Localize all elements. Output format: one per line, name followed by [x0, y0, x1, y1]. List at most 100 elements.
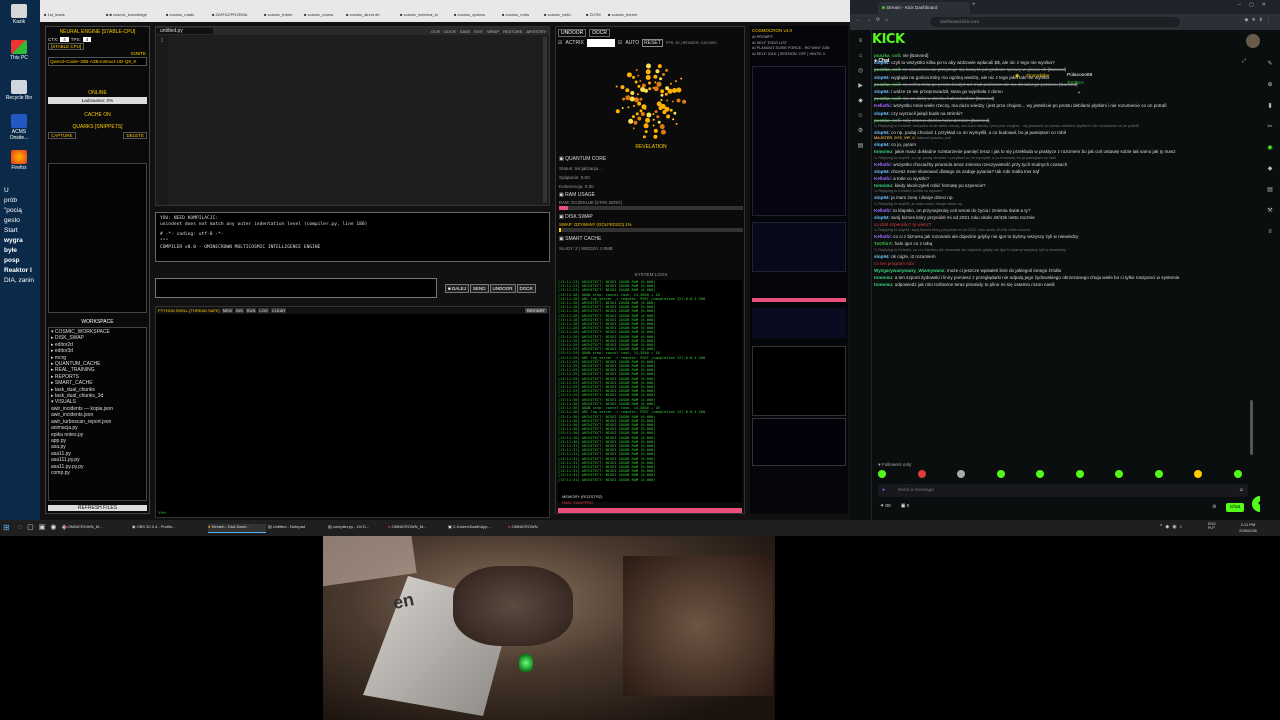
chat-username[interactable]: Kellathi [874, 162, 891, 167]
bookmark-icon[interactable]: ▮ [1260, 96, 1280, 117]
chat-username[interactable]: puszka_coli [874, 53, 900, 58]
chat-username[interactable]: slop94 [874, 111, 889, 116]
ai-preview-box[interactable] [752, 346, 846, 416]
chat-username[interactable]: ToOhirA [874, 241, 892, 246]
chat-username[interactable]: slop94 [874, 60, 889, 65]
tps-input[interactable]: 4 [82, 37, 92, 42]
chat-scrollbar[interactable] [1250, 400, 1253, 455]
chat-message[interactable]: Kellathi: co ci z biznesu jak rozonaris … [874, 233, 1250, 240]
chat-icon[interactable]: ◎ [850, 64, 871, 79]
chat-message[interactable]: Kellathi: wszystko mnie wiele rzeczy, ma… [874, 102, 1250, 109]
chat-username[interactable]: tomomu [874, 183, 892, 188]
shell-button[interactable]: RUN [245, 308, 257, 313]
chat-message[interactable]: slop94: ja mam żonę i dwoje dzieci np. [874, 194, 1250, 201]
bookmark-item[interactable]: ■ ZAPISZ/PRZEMA [212, 12, 262, 20]
desktop-icon-firefox[interactable]: Firefox [4, 150, 34, 171]
pin-icon[interactable]: ⊕ [1260, 75, 1280, 96]
language-indicator[interactable]: ENG PLP [1208, 522, 1216, 530]
avatar[interactable] [1246, 34, 1260, 48]
chat-username[interactable]: Kellathi [874, 234, 891, 239]
nav-buttons[interactable]: ←→⟳⌂ [856, 17, 893, 23]
bookmark-item[interactable]: ■ cosmic_external_id [400, 12, 452, 20]
chat-username[interactable]: Kellathi [874, 208, 891, 213]
stable-cpu-toggle[interactable]: [STABLE CPU] [48, 43, 85, 50]
restart-button[interactable]: RESTART [524, 308, 547, 313]
emote-icon[interactable] [1075, 470, 1084, 478]
start-icon[interactable]: ⊞ [3, 523, 10, 532]
taskbar-item[interactable]: ● OMNICROWN_M... [388, 524, 444, 533]
smiley-icon[interactable]: ☺ [1239, 487, 1244, 493]
chat-username[interactable]: puszka_coli [874, 96, 900, 101]
editor-tab[interactable]: untitled.py [156, 28, 213, 34]
poll-icon[interactable]: ◆ [1260, 159, 1280, 180]
chat-username[interactable]: slop94 [874, 195, 889, 200]
browser-extension-icons[interactable]: ◆★⬇⋮ [1214, 17, 1274, 23]
editor-scrollbar[interactable] [543, 37, 547, 203]
kick-logo[interactable]: KICK [872, 32, 905, 47]
window-controls[interactable]: –▢✕ [1238, 2, 1274, 8]
undoor-button[interactable]: UNDOOR [558, 29, 587, 37]
emote-icon[interactable] [1154, 470, 1163, 478]
workspace-tree-item[interactable]: comp.py [51, 470, 144, 476]
shell-button[interactable]: NEW [221, 308, 233, 313]
reset-button[interactable]: RESET [642, 39, 663, 47]
address-bar[interactable]: dashboard.kick.com [930, 17, 1180, 27]
emote-icon[interactable] [1115, 470, 1123, 478]
taskbar-item[interactable]: ▣ C:\Users\Kazik\App... [448, 524, 504, 533]
stream-icon[interactable]: ▶ [850, 79, 871, 94]
bookmark-item[interactable]: ■ cosmic_roads [166, 12, 210, 20]
clip-icon[interactable]: ✂ [1260, 117, 1280, 138]
chat-username[interactable]: slop94 [874, 75, 889, 80]
toolbar-button[interactable]: RESTORE [503, 29, 522, 34]
ai-output-box[interactable] [752, 66, 846, 216]
chat-message[interactable]: tomomu: jakie masz dokładne rozstarzenie… [874, 148, 1250, 155]
chat-message[interactable]: slop94: i widze ze sie przeprowadził, st… [874, 88, 1250, 95]
chat-username[interactable]: Kellathi [874, 103, 891, 108]
toolbar-button[interactable]: DOCR [444, 29, 456, 34]
users-icon[interactable]: ☺ [850, 109, 871, 124]
chat-message[interactable]: puszka_coli: nie [Banned] [874, 52, 1250, 59]
refresh-files-button[interactable]: REFRESH FILES [48, 505, 147, 511]
chat-username[interactable]: tomomu [874, 282, 892, 287]
send-button[interactable]: SEND [469, 284, 489, 293]
list-icon[interactable]: ≡ [1260, 222, 1280, 243]
chat-toggle-icon[interactable]: ◉ [1260, 138, 1280, 159]
bookmark-item[interactable]: ■ cosmic_rooms [304, 12, 344, 20]
clock[interactable]: 2:11 PM 2/26/2026 [1232, 522, 1264, 533]
chat-username[interactable]: slop94 [874, 169, 889, 174]
chat-message[interactable]: puszka_coli: cały czas w domku holenders… [874, 117, 1250, 124]
taskbar-item[interactable]: ● Stream - Kick Dash... [208, 524, 266, 533]
chat-message[interactable]: puszka_coli: co rozumiem nie przejmuje s… [874, 66, 1250, 73]
checkbox-icon[interactable]: ☑ [558, 40, 562, 46]
desktop-icon-kazik[interactable]: Kazik [4, 4, 34, 25]
snippets-list[interactable] [48, 163, 147, 313]
message-input[interactable]: ● Send a message ☺ [878, 484, 1248, 497]
shell-button[interactable]: CLEAR [270, 308, 287, 313]
chat-messages[interactable]: puszka_coli: nie [Banned] slop94: czyli t… [874, 52, 1250, 462]
bookmark-item[interactable]: ■ cosmic_theme [608, 12, 648, 20]
emote-icon[interactable] [996, 470, 1005, 478]
chat-settings-icon[interactable]: ⚙ [1212, 504, 1216, 510]
docr-button[interactable]: DOCR [589, 29, 610, 37]
ignite-button[interactable]: IGNITE [46, 51, 146, 56]
chat-message[interactable]: slop94: czyli to wszystko kilka po to ab… [874, 59, 1250, 66]
taskbar-item[interactable]: ◉ OBS 32.0.4 - Profile... [132, 524, 204, 533]
code-editor[interactable]: untitled.py OCR DOCR SAVE EXIT WRAP REST… [155, 26, 550, 206]
menu-icon[interactable]: ≡ [850, 34, 871, 49]
layers-icon[interactable]: ▤ [1260, 180, 1280, 201]
chat-username[interactable]: tomomu [874, 149, 892, 154]
new-tab-button[interactable]: + [972, 2, 976, 8]
chat-message[interactable]: co ten program robi [874, 260, 1250, 267]
chat-message[interactable]: Kellathi: to klapsko, on przynajmniej co… [874, 207, 1250, 214]
taskbar-item[interactable]: ● OMNICROWN_M... [64, 524, 124, 533]
emote-icon[interactable] [1194, 470, 1202, 478]
emote-picker-icon[interactable]: ● [882, 487, 885, 493]
toolbar-button[interactable]: OCR [431, 29, 440, 34]
chat-message[interactable]: slop94: chcesz mnie skasować dlatego za … [874, 168, 1250, 175]
toolbar-button[interactable]: SAVE [460, 29, 470, 34]
emote-icon[interactable] [917, 470, 926, 478]
bookmark-item[interactable]: ■ ZUTM [586, 12, 606, 20]
bookmark-item[interactable]: ■ ■ cosmic_knowledge [106, 12, 164, 20]
chat-message[interactable]: Kellathi: wszystko chociażby piramida te… [874, 161, 1250, 168]
ai-secondary-box[interactable] [752, 418, 846, 466]
